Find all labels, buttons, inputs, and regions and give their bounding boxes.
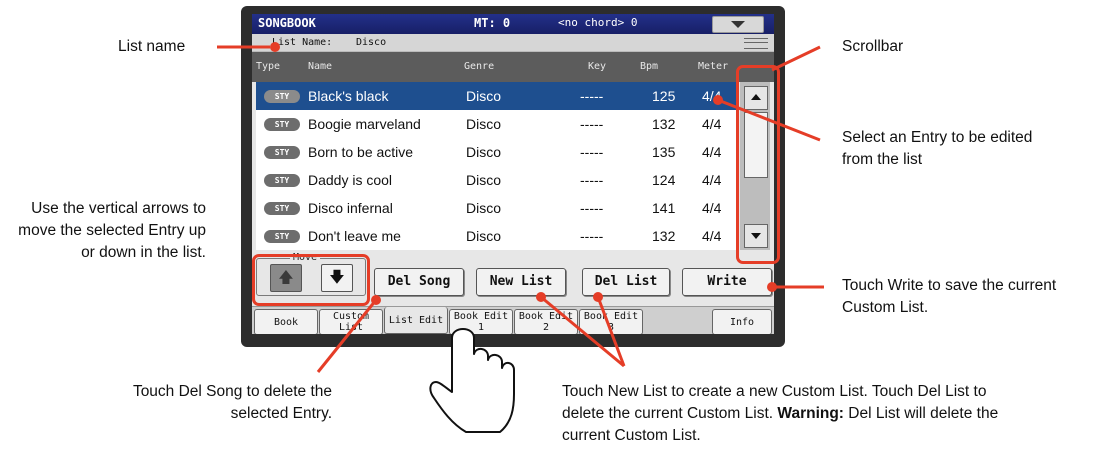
callout-line bbox=[316, 299, 378, 373]
annotation-write: Touch Write to save the current Custom L… bbox=[842, 277, 1057, 316]
annotation-list-name: List name bbox=[118, 38, 186, 55]
annotation-scrollbar: Scrollbar bbox=[842, 38, 904, 55]
annotation-select-entry: Select an Entry to be edited from the li… bbox=[842, 129, 1033, 168]
callout-dot bbox=[270, 42, 280, 52]
annotation-new-del-list: Touch New List to create a new Custom Li… bbox=[562, 381, 1012, 447]
callout-line bbox=[771, 45, 821, 72]
hand-pointer-icon bbox=[429, 328, 515, 433]
warning-label: Warning: bbox=[777, 405, 844, 422]
annotation-vertical-arrows: Use the vertical arrows to move the sele… bbox=[18, 200, 206, 261]
annotation-del-song: Touch Del Song to delete the selected En… bbox=[132, 383, 332, 422]
callout-line bbox=[717, 98, 821, 142]
